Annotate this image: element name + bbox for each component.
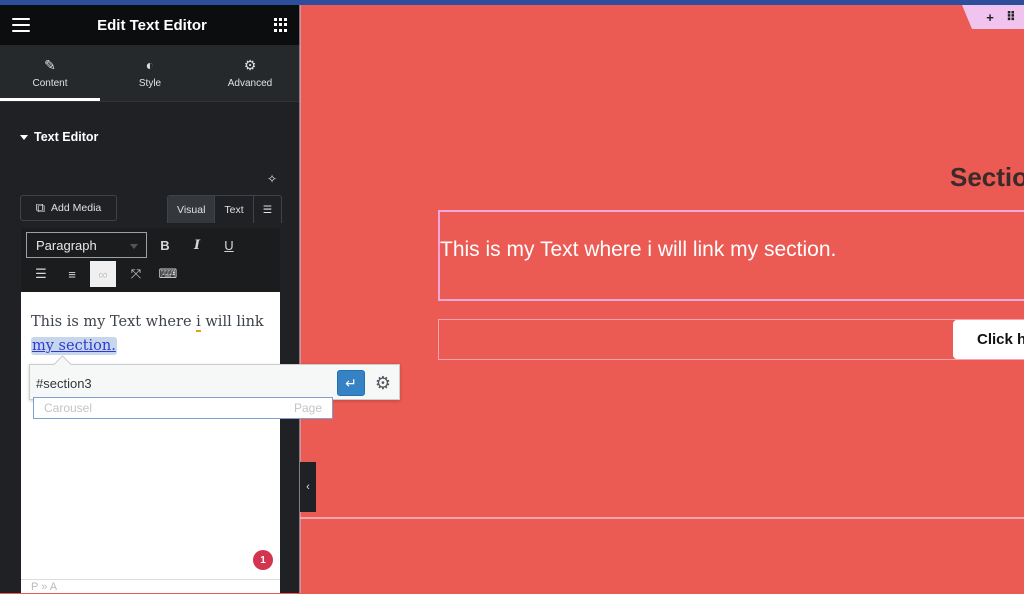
tab-label: Content	[32, 77, 68, 89]
text-widget-content[interactable]: This is my Text where i will link my sec…	[440, 238, 836, 262]
add-section-icon[interactable]: +	[986, 10, 994, 25]
tab-label: Advanced	[227, 77, 273, 89]
tab-text[interactable]: Text	[215, 196, 254, 223]
drag-handle-icon[interactable]: ⠿	[1006, 9, 1016, 25]
section-heading: Section	[950, 162, 1024, 192]
widgets-grid-icon[interactable]	[273, 18, 288, 32]
tab-advanced[interactable]: ⚙ Advanced	[200, 45, 300, 101]
text-editor-area[interactable]: This is my Text where i will link my sec…	[21, 292, 280, 579]
keyboard-icon: ⌨	[158, 266, 178, 281]
add-media-button[interactable]: ⧉ Add Media	[20, 195, 117, 221]
underline-button[interactable]: U	[216, 232, 242, 258]
section-toggle-text-editor[interactable]: Text Editor	[20, 130, 98, 144]
dynamic-tags-button[interactable]: ☰	[254, 196, 281, 223]
editor-toolbar: Paragraph B I U ☰ ≡ ∞ ⤧ ⌨	[21, 228, 280, 292]
collapse-panel-button[interactable]: ‹	[300, 462, 316, 512]
editor-mode-tabs: Visual Text ☰	[167, 195, 283, 223]
pencil-icon: ✎	[44, 56, 56, 73]
bullet-list-icon: ☰	[35, 266, 47, 281]
italic-button[interactable]: I	[184, 232, 210, 258]
numbered-list-button[interactable]: ≡	[59, 261, 85, 287]
tab-label: Style	[138, 77, 162, 89]
editor-content[interactable]: This is my Text where i will link my sec…	[31, 310, 271, 358]
gear-icon: ⚙	[243, 56, 257, 73]
tab-visual[interactable]: Visual	[168, 196, 216, 223]
link-suggestion-item[interactable]: Carousel Page	[33, 397, 333, 419]
chevron-down-icon	[130, 244, 138, 249]
add-media-label: Add Media	[51, 202, 102, 214]
tab-content[interactable]: ✎ Content	[0, 45, 100, 101]
suggestion-title: Carousel	[44, 401, 93, 415]
media-icon: ⧉	[35, 200, 46, 215]
fullscreen-icon: ⤧	[130, 266, 142, 281]
format-select[interactable]: Paragraph	[26, 232, 147, 258]
toolbar-toggle-button[interactable]: ⌨	[155, 261, 181, 287]
tab-style[interactable]: ◐ Style	[100, 45, 200, 101]
format-select-value: Paragraph	[36, 237, 97, 253]
numbered-list-icon: ≡	[68, 266, 76, 282]
bullet-list-button[interactable]: ☰	[28, 261, 54, 287]
gear-icon: ⚙	[374, 372, 392, 393]
panel-tabs: ✎ Content ◐ Style ⚙ Advanced	[0, 45, 300, 102]
section-title: Text Editor	[34, 130, 99, 144]
link-popover: ↵ ⚙	[29, 364, 400, 400]
menu-icon[interactable]	[12, 18, 30, 32]
notification-badge[interactable]: 1	[253, 550, 273, 570]
panel-header: Edit Text Editor	[0, 5, 300, 45]
editor-statusbar-path: P » A	[21, 579, 280, 593]
enter-icon: ↵	[345, 374, 357, 391]
cta-button[interactable]: Click here	[953, 320, 1024, 359]
section-divider	[300, 517, 1024, 519]
button-widget-outline[interactable]	[438, 319, 1024, 360]
database-icon: ☰	[262, 203, 273, 216]
fullscreen-button[interactable]: ⤧	[123, 261, 149, 287]
editor-text: will link	[200, 314, 264, 330]
editor-text: This is my Text where	[31, 314, 197, 330]
apply-link-button[interactable]: ↵	[337, 370, 365, 396]
bold-button[interactable]: B	[152, 232, 178, 258]
link-button[interactable]: ∞	[90, 261, 116, 287]
link-icon: ∞	[98, 266, 108, 282]
contrast-icon: ◐	[145, 56, 155, 73]
panel-title: Edit Text Editor	[97, 16, 207, 34]
link-options-button[interactable]: ⚙	[370, 370, 396, 396]
section-controls: + ⠿	[962, 5, 1024, 29]
ai-sparkle-icon[interactable]: ✧	[267, 172, 277, 186]
selected-link-text[interactable]: my section.	[31, 337, 117, 355]
link-url-input[interactable]	[36, 371, 336, 395]
suggestion-type: Page	[293, 401, 322, 415]
caret-down-icon	[20, 134, 28, 140]
chevron-left-icon: ‹	[306, 481, 310, 493]
top-strip	[0, 0, 1024, 5]
